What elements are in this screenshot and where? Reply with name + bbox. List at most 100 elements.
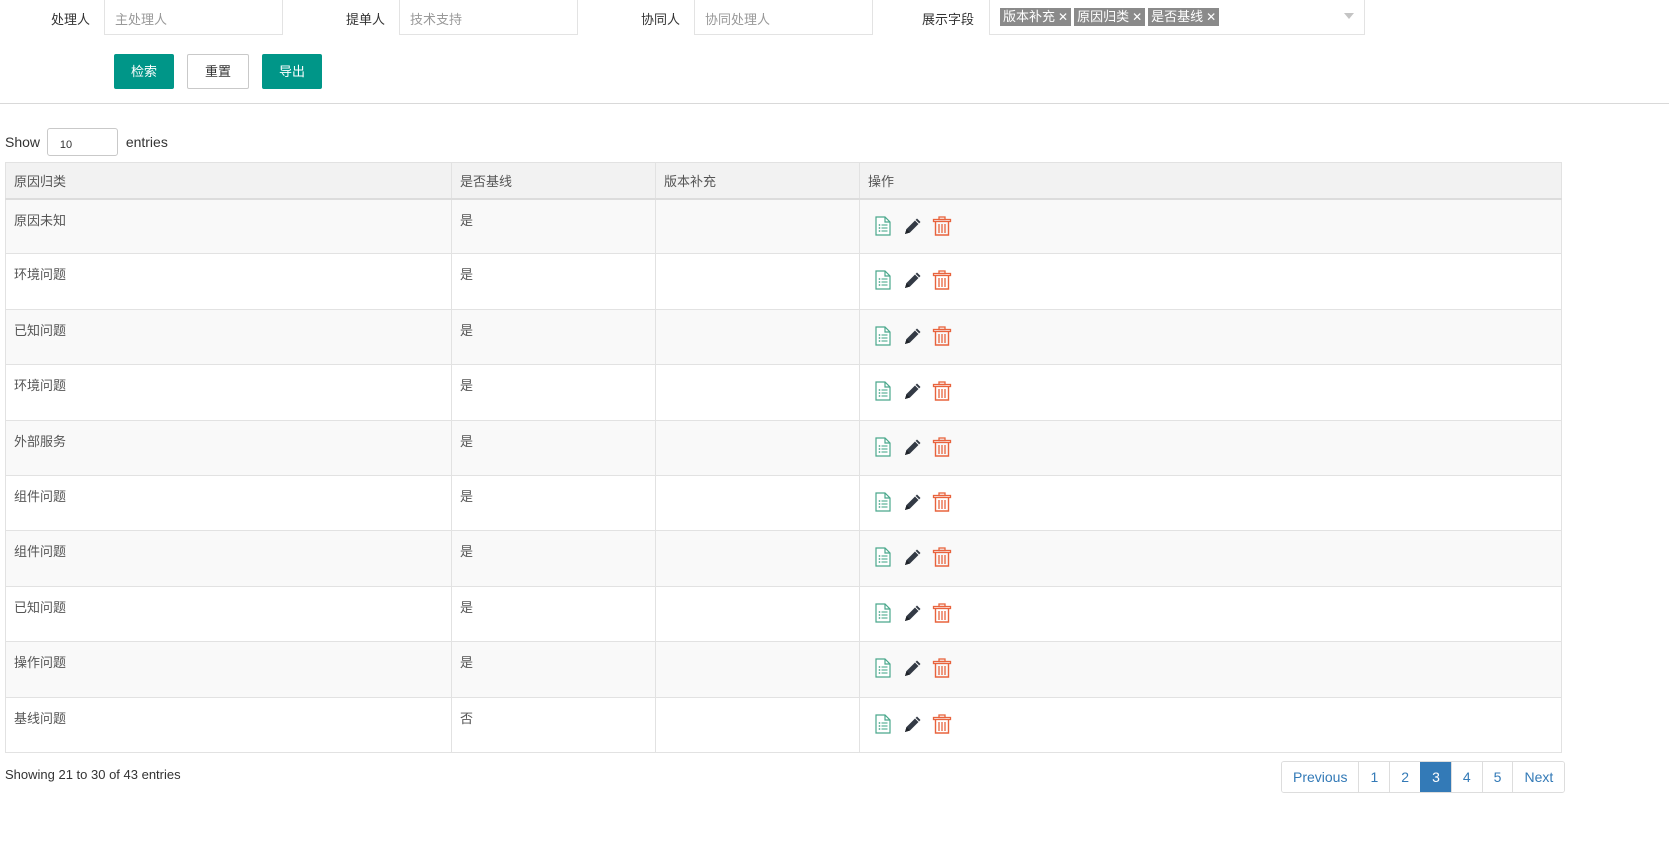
column-header-version[interactable]: 版本补充 <box>655 162 860 200</box>
pagination-page[interactable]: 1 <box>1358 762 1390 792</box>
details-icon[interactable] <box>872 657 894 679</box>
edit-pencil-icon[interactable] <box>902 713 924 735</box>
cell-reason: 原因未知 <box>5 197 452 255</box>
cell-version <box>655 364 860 421</box>
page-length-input[interactable]: 10 <box>46 128 118 156</box>
search-button[interactable]: 检索 <box>114 54 174 89</box>
pagination-page[interactable]: 2 <box>1389 762 1421 792</box>
column-header-reason[interactable]: 原因归类 <box>5 162 452 200</box>
pagination-previous[interactable]: Previous <box>1282 762 1359 792</box>
cell-baseline: 是 <box>451 530 656 587</box>
cell-actions <box>859 530 1562 587</box>
details-icon[interactable] <box>872 546 894 568</box>
edit-pencil-icon[interactable] <box>902 380 924 402</box>
cell-actions <box>859 308 1562 366</box>
edit-pencil-icon[interactable] <box>902 657 924 679</box>
delete-trash-icon[interactable] <box>931 602 953 624</box>
cell-reason: 组件问题 <box>5 474 452 532</box>
cell-actions <box>859 696 1562 753</box>
delete-trash-icon[interactable] <box>931 491 953 513</box>
table-row: 操作问题 是 <box>5 641 1562 698</box>
divider <box>0 103 1669 104</box>
column-header-baseline[interactable]: 是否基线 <box>451 162 656 200</box>
pagination-page[interactable]: 5 <box>1481 762 1513 792</box>
edit-pencil-icon[interactable] <box>902 325 924 347</box>
cell-reason: 环境问题 <box>5 364 452 421</box>
details-icon[interactable] <box>872 269 894 291</box>
edit-pencil-icon[interactable] <box>902 436 924 458</box>
pagination-next[interactable]: Next <box>1512 762 1565 792</box>
edit-pencil-icon[interactable] <box>902 491 924 513</box>
delete-trash-icon[interactable] <box>931 436 953 458</box>
cell-baseline: 是 <box>451 641 656 698</box>
delete-trash-icon[interactable] <box>931 657 953 679</box>
export-button[interactable]: 导出 <box>262 54 322 89</box>
cell-baseline: 是 <box>451 474 656 532</box>
cell-actions <box>859 641 1562 698</box>
delete-trash-icon[interactable] <box>931 546 953 568</box>
pagination-page-current[interactable]: 3 <box>1420 762 1451 792</box>
delete-trash-icon[interactable] <box>931 380 953 402</box>
chevron-down-icon[interactable] <box>1344 13 1354 19</box>
entries-label: entries <box>125 134 168 150</box>
cell-actions <box>859 253 1562 310</box>
remove-tag-icon[interactable]: ✕ <box>1132 10 1142 24</box>
data-table: 原因归类 是否基线 版本补充 操作 原因未知 是 环境问题 是 已知问题 是 环… <box>5 162 1562 753</box>
details-icon[interactable] <box>872 436 894 458</box>
table-row: 基线问题 否 <box>5 696 1562 753</box>
handler-label: 处理人 <box>51 12 91 27</box>
details-icon[interactable] <box>872 380 894 402</box>
cell-baseline: 是 <box>451 364 656 421</box>
cell-version <box>655 641 860 698</box>
cell-version <box>655 585 860 643</box>
table-row: 环境问题 是 <box>5 364 1562 421</box>
cell-actions <box>859 364 1562 421</box>
cell-version <box>655 197 860 255</box>
cell-version <box>655 308 860 366</box>
cell-reason: 基线问题 <box>5 696 452 753</box>
edit-pencil-icon[interactable] <box>902 269 924 291</box>
details-icon[interactable] <box>872 602 894 624</box>
reset-button[interactable]: 重置 <box>187 54 249 89</box>
show-label: Show <box>5 134 41 150</box>
details-icon[interactable] <box>872 713 894 735</box>
details-icon[interactable] <box>872 325 894 347</box>
cell-baseline: 是 <box>451 585 656 643</box>
edit-pencil-icon[interactable] <box>902 546 924 568</box>
display-field-tag: 是否基线 ✕ <box>1148 8 1220 26</box>
cell-actions <box>859 585 1562 643</box>
cell-actions <box>859 197 1562 255</box>
cell-reason: 已知问题 <box>5 308 452 366</box>
display-fields-label: 展示字段 <box>922 12 975 27</box>
collaborator-input[interactable]: 协同处理人 <box>694 0 873 35</box>
display-field-tag: 原因归类 ✕ <box>1074 8 1146 26</box>
cell-reason: 外部服务 <box>5 419 452 476</box>
delete-trash-icon[interactable] <box>931 215 953 237</box>
edit-pencil-icon[interactable] <box>902 215 924 237</box>
table-row: 已知问题 是 <box>5 585 1562 643</box>
table-row: 已知问题 是 <box>5 308 1562 366</box>
remove-tag-icon[interactable]: ✕ <box>1058 10 1068 24</box>
table-header-row: 原因归类 是否基线 版本补充 操作 <box>5 162 1562 200</box>
submitter-input[interactable]: 技术支持 <box>399 0 578 35</box>
delete-trash-icon[interactable] <box>931 269 953 291</box>
cell-reason: 已知问题 <box>5 585 452 643</box>
table-row: 原因未知 是 <box>5 197 1562 255</box>
column-header-actions: 操作 <box>859 162 1562 200</box>
pagination-page[interactable]: 4 <box>1450 762 1482 792</box>
delete-trash-icon[interactable] <box>931 325 953 347</box>
remove-tag-icon[interactable]: ✕ <box>1206 10 1216 24</box>
details-icon[interactable] <box>872 491 894 513</box>
display-fields-select[interactable]: 版本补充 ✕ 原因归类 ✕ 是否基线 ✕ <box>989 0 1365 35</box>
cell-version <box>655 474 860 532</box>
edit-pencil-icon[interactable] <box>902 602 924 624</box>
handler-input[interactable]: 主处理人 <box>104 0 283 35</box>
cell-baseline: 是 <box>451 197 656 255</box>
cell-version <box>655 696 860 753</box>
cell-reason: 环境问题 <box>5 253 452 310</box>
delete-trash-icon[interactable] <box>931 713 953 735</box>
cell-reason: 组件问题 <box>5 530 452 587</box>
submitter-label: 提单人 <box>346 12 386 27</box>
display-field-tag: 版本补充 ✕ <box>1000 8 1072 26</box>
details-icon[interactable] <box>872 215 894 237</box>
